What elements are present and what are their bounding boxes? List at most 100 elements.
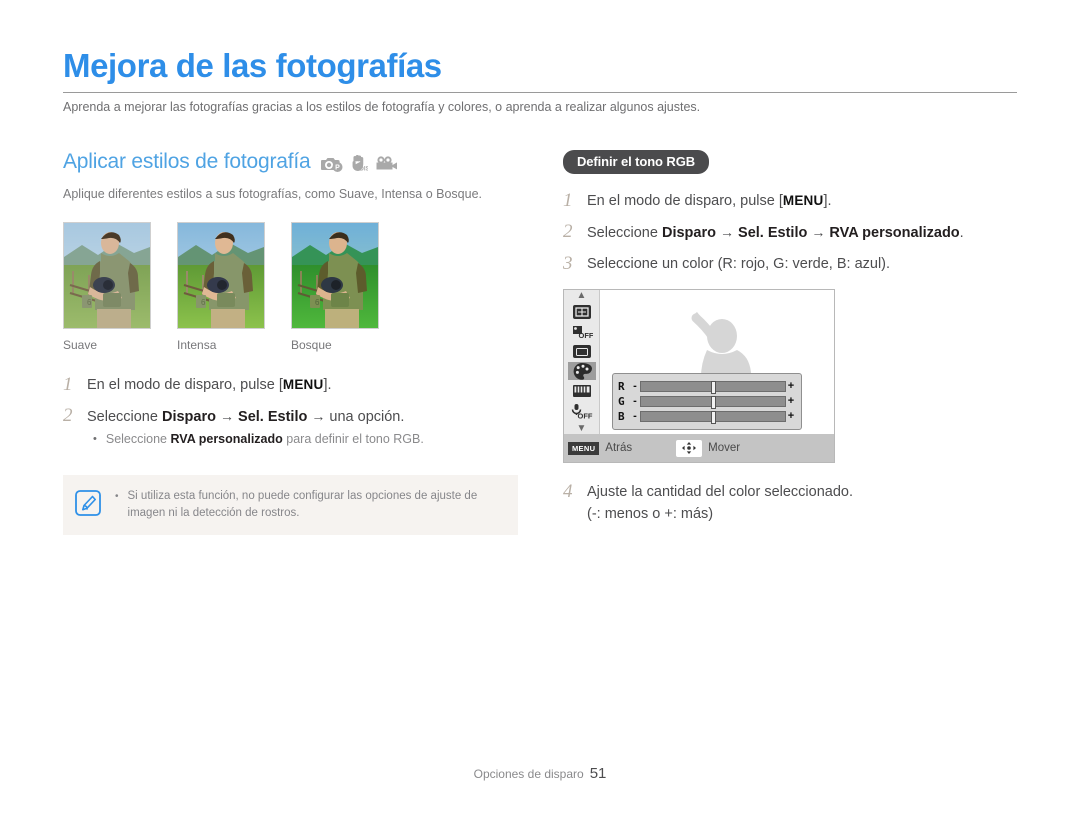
photo-intensa: 6 — [177, 222, 265, 329]
step-text-before: En el modo de disparo, pulse [ — [87, 377, 283, 393]
step-item: 3 Seleccione un color (R: rojo, G: verde… — [563, 253, 1033, 275]
rgb-slider-panel: R - + G - + B - + — [612, 373, 802, 430]
section-description: Aplique diferentes estilos a sus fotogra… — [63, 187, 483, 201]
four-way-nav-icon[interactable] — [676, 439, 703, 457]
hand-dis-icon: DIS — [350, 155, 368, 172]
menu-path-disparo: Disparo — [661, 225, 716, 241]
step-item: 2 Seleccione Disparo → Sel. Estilo → una… — [63, 405, 533, 449]
rgb-label-r: R — [618, 379, 625, 393]
step-lead: Seleccione — [87, 409, 162, 425]
section-heading: Aplicar estilos de fotografía P DIS — [63, 150, 533, 174]
rgb-slider-row[interactable]: R - + — [618, 379, 796, 394]
rgb-track-g[interactable] — [640, 396, 786, 409]
step-text: Ajuste la cantidad del color seleccionad… — [587, 481, 1033, 525]
rgb-slider-row[interactable]: G - + — [618, 394, 796, 409]
step-tail: . — [959, 225, 964, 241]
rgb-minus-b[interactable]: - — [630, 411, 640, 422]
svg-text:6: 6 — [87, 298, 92, 307]
chevron-up-icon[interactable]: ▲ — [577, 290, 587, 302]
photo-bosque: 6 — [291, 222, 379, 329]
white-balance-icon[interactable] — [568, 382, 596, 400]
step-text: Seleccione Disparo → Sel. Estilo → RVA p… — [587, 221, 1033, 244]
voice-off-icon[interactable]: OFF — [568, 402, 596, 420]
step-number: 2 — [563, 221, 573, 242]
camera-p-icon: P — [320, 156, 343, 172]
note-text-body: Si utiliza esta función, no puede config… — [127, 490, 478, 519]
rgb-track-b[interactable] — [640, 411, 786, 424]
lcd-status-bar: MENU Atrás Mover — [564, 434, 834, 462]
left-column: Aplicar estilos de fotografía P DIS Apli… — [63, 150, 533, 535]
rgb-label-g: G — [618, 394, 625, 408]
step-number: 1 — [63, 374, 73, 395]
focus-frame-icon[interactable] — [568, 303, 596, 321]
sub-text-after: para definir el tono RGB. — [282, 432, 424, 446]
arrow-icon: → — [311, 408, 326, 424]
step-lead: Seleccione — [587, 225, 662, 241]
step-number: 4 — [563, 481, 573, 502]
step-text: Seleccione Disparo → Sel. Estilo → una o… — [87, 405, 533, 449]
screen-frame-icon[interactable] — [568, 343, 596, 361]
thumbnail-caption: Bosque — [291, 338, 332, 352]
page-number: 51 — [589, 765, 607, 782]
step-item: 1 En el modo de disparo, pulse [MENU]. — [563, 190, 1033, 212]
thumbnail-caption: Intensa — [177, 338, 217, 352]
menu-path-disparo: Disparo — [161, 409, 216, 425]
right-steps: 1 En el modo de disparo, pulse [MENU]. 2… — [563, 190, 1033, 525]
thumbnail-item: 6 Suave — [63, 222, 151, 352]
sub-bullet-text: Seleccione RVA personalizado para defini… — [106, 430, 424, 449]
note-pen-icon — [75, 488, 109, 521]
rgb-minus-g[interactable]: - — [630, 396, 640, 407]
svg-text:OFF: OFF — [577, 411, 592, 420]
palette-icon[interactable] — [567, 362, 596, 381]
step-text: Seleccione un color (R: rojo, G: verde, … — [587, 256, 891, 272]
bullet-icon: • — [115, 491, 119, 502]
svg-text:OFF: OFF — [578, 331, 593, 340]
title-divider — [63, 92, 1017, 93]
note-content: • Si utiliza esta función, no puede conf… — [115, 488, 508, 522]
photo-suave: 6 — [63, 222, 151, 329]
step-text-after: ]. — [323, 377, 332, 393]
sub-text-before: Seleccione — [105, 432, 171, 446]
left-steps: 1 En el modo de disparo, pulse [MENU]. 2… — [63, 374, 533, 449]
step-item: 2 Seleccione Disparo → Sel. Estilo → RVA… — [563, 221, 1033, 244]
rgb-plus-g[interactable]: + — [786, 396, 796, 407]
rgb-track-r[interactable] — [640, 381, 786, 394]
step-number: 3 — [563, 253, 573, 274]
svg-text:6: 6 — [315, 298, 320, 307]
menu-path-rva: RVA personalizado — [829, 225, 960, 241]
rgb-knob-b[interactable] — [711, 411, 716, 424]
rgb-plus-b[interactable]: + — [786, 411, 796, 422]
bullet-icon: • — [93, 433, 97, 445]
mode-icon-group: P DIS — [320, 152, 398, 172]
sub-bullet-item: • Seleccione RVA personalizado para defi… — [93, 430, 533, 449]
svg-text:6: 6 — [201, 298, 206, 307]
page-intro: Aprenda a mejorar las fotografías gracia… — [63, 100, 701, 114]
page-footer: Opciones de disparo 51 — [0, 765, 1080, 782]
rgb-knob-g[interactable] — [711, 396, 716, 409]
rgb-slider-row[interactable]: B - + — [618, 409, 796, 424]
lcd-move-label: Mover — [708, 442, 741, 454]
lcd-back-label: Atrás — [605, 442, 633, 454]
svg-text:DIS: DIS — [359, 167, 368, 173]
step-text: En el modo de disparo, pulse [MENU]. — [87, 374, 533, 396]
footer-section-label: Opciones de disparo — [473, 767, 584, 781]
rgb-label-b: B — [618, 409, 625, 423]
page-title: Mejora de las fotografías — [63, 47, 442, 84]
step-tail: una opción. — [329, 409, 405, 425]
step-text-after: ]. — [823, 193, 832, 209]
menu-key-label: MENU — [782, 193, 824, 208]
rgb-knob-r[interactable] — [711, 381, 716, 394]
rgb-plus-r[interactable]: + — [786, 381, 796, 392]
menu-path-sel-estilo: Sel. Estilo — [238, 409, 308, 425]
thumbnail-caption: Suave — [63, 338, 98, 352]
step-text: En el modo de disparo, pulse [MENU]. — [587, 190, 1033, 212]
note-box: • Si utiliza esta función, no puede conf… — [63, 475, 518, 535]
arrow-icon: → — [220, 408, 234, 424]
rgb-minus-r[interactable]: - — [630, 381, 640, 392]
svg-text:P: P — [335, 164, 340, 171]
step-number: 1 — [563, 190, 573, 211]
lcd-menu-sidebar: ▲ OFF OFF ▼ — [564, 290, 600, 435]
lcd-menu-key[interactable]: MENU — [568, 441, 600, 455]
flash-off-icon[interactable]: OFF — [568, 323, 596, 341]
step-text-secondary: (-: menos o +: más) — [587, 506, 714, 522]
